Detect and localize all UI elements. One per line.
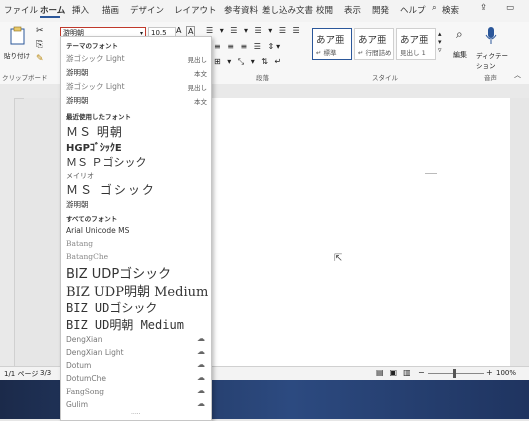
- theme-fonts-header: テーマのフォント: [66, 42, 118, 50]
- document-page[interactable]: ⇱: [200, 98, 510, 368]
- font-option[interactable]: メイリオ: [66, 171, 94, 181]
- mouse-cursor-icon: ⇱: [334, 253, 343, 264]
- font-option[interactable]: ＭＳ 明朝: [66, 123, 123, 140]
- style-no-spacing[interactable]: あア亜 ↵ 行間詰め: [354, 28, 394, 60]
- tab-help[interactable]: ヘルプ: [400, 4, 426, 16]
- font-option[interactable]: BIZ UDPゴシック: [66, 263, 171, 282]
- share-icon[interactable]: ⇪: [480, 3, 487, 13]
- microphone-icon[interactable]: [484, 26, 498, 46]
- page-count[interactable]: 1/1 ページ: [4, 369, 38, 379]
- tab-design[interactable]: デザイン: [130, 4, 164, 16]
- tab-review[interactable]: 校閲: [316, 4, 333, 16]
- styles-more-icon[interactable]: ▴ ▾ ▿: [438, 30, 442, 54]
- font-dropdown: テーマのフォント 游ゴシック Light 見出し 游明朝 本文 游ゴシック Li…: [60, 36, 212, 421]
- recent-fonts-header: 最近使用したフォント: [66, 113, 131, 121]
- cloud-download-icon: ☁: [197, 334, 205, 343]
- tab-insert[interactable]: 挿入: [72, 4, 89, 16]
- zoom-in-icon[interactable]: +: [486, 368, 493, 377]
- active-tab-indicator: [40, 16, 60, 18]
- margin-mark: [425, 173, 437, 174]
- tab-layout[interactable]: レイアウト: [174, 4, 217, 16]
- paste-label: 貼り付け: [4, 52, 30, 60]
- format-painter-icon[interactable]: ✎: [36, 54, 44, 64]
- resize-grip[interactable]: ·····: [131, 411, 141, 418]
- tab-file[interactable]: ファイル: [4, 4, 38, 16]
- font-option[interactable]: DengXian Light ☁: [61, 347, 211, 360]
- vertical-ruler: [0, 98, 15, 366]
- search-icon[interactable]: ⌕: [432, 3, 437, 13]
- font-option[interactable]: DotumChe ☁: [61, 373, 211, 386]
- copy-icon[interactable]: ⎘: [36, 40, 43, 50]
- font-option[interactable]: Dotum ☁: [61, 360, 211, 373]
- tab-search[interactable]: 検索: [442, 4, 459, 16]
- collapse-ribbon-icon[interactable]: ︿: [514, 70, 521, 80]
- styles-group-label: スタイル: [372, 74, 398, 82]
- font-option[interactable]: BIZ UD明朝 Medium: [66, 316, 184, 333]
- style-heading-1[interactable]: あア亜 見出し 1: [396, 28, 436, 60]
- font-option[interactable]: 游明朝 本文: [61, 65, 211, 79]
- voice-group-label: 音声: [484, 74, 497, 82]
- font-option[interactable]: BIZ UDゴシック: [66, 299, 157, 316]
- tab-developer[interactable]: 開発: [372, 4, 389, 16]
- zoom-slider-thumb[interactable]: [453, 369, 456, 378]
- tab-view[interactable]: 表示: [344, 4, 361, 16]
- zoom-slider[interactable]: [428, 373, 484, 374]
- font-option[interactable]: 游明朝 本文: [61, 93, 211, 107]
- tab-home[interactable]: ホーム: [40, 4, 65, 16]
- font-option[interactable]: Batang: [66, 239, 93, 248]
- zoom-level[interactable]: 100%: [496, 369, 516, 377]
- tab-mailings[interactable]: 差し込み文書: [262, 4, 313, 16]
- bullets-icon[interactable]: ☰ ▾ ☰ ▾ ☰ ▾ ☰ ☰: [206, 26, 302, 35]
- clipboard-icon: [10, 26, 25, 45]
- all-fonts-header: すべてのフォント: [66, 215, 118, 223]
- font-option[interactable]: BatangChe: [66, 252, 108, 261]
- font-option[interactable]: 游ゴシック Light 見出し: [61, 51, 211, 65]
- comments-icon[interactable]: ▭: [506, 3, 514, 13]
- ribbon-tabs: ファイル ホーム 挿入 描画 デザイン レイアウト 参考資料 差し込み文書 校閲…: [0, 0, 529, 22]
- cloud-download-icon: ☁: [197, 373, 205, 382]
- style-normal[interactable]: あア亜 ↵ 標準: [312, 28, 352, 60]
- clipboard-group-label: クリップボード: [2, 74, 48, 82]
- word-count[interactable]: 3/3: [40, 369, 51, 377]
- sort-icon[interactable]: ⊞ ▾ ⤡ ▾ ⇅ ↵: [214, 57, 283, 67]
- editing-label[interactable]: 編集: [453, 50, 467, 60]
- paragraph-group-label: 段落: [256, 74, 269, 82]
- font-option[interactable]: DengXian ☁: [61, 334, 211, 347]
- font-option[interactable]: Arial Unicode MS: [66, 226, 129, 235]
- font-option[interactable]: HGPｺﾞｼｯｸE: [66, 139, 122, 154]
- font-option[interactable]: FangSong ☁: [61, 386, 211, 399]
- cloud-download-icon: ☁: [197, 360, 205, 369]
- paste-button[interactable]: [8, 26, 30, 46]
- tab-references[interactable]: 参考資料: [224, 4, 258, 16]
- dictate-label[interactable]: ディクテーション: [476, 50, 510, 70]
- font-option[interactable]: ＭＳ ゴシック: [66, 181, 156, 198]
- view-mode-icons[interactable]: ▤▣▥: [376, 368, 417, 377]
- font-option[interactable]: 游ゴシック Light 見出し: [61, 79, 211, 93]
- cloud-download-icon: ☁: [197, 386, 205, 395]
- tab-draw[interactable]: 描画: [102, 4, 119, 16]
- grow-font-icon[interactable]: A: [176, 26, 181, 35]
- font-option[interactable]: BIZ UDP明朝 Medium: [66, 281, 208, 300]
- cloud-download-icon: ☁: [197, 399, 205, 408]
- zoom-out-icon[interactable]: −: [418, 368, 425, 377]
- align-icons[interactable]: ≡ ≡ ≡ ☰ ⇕▾: [214, 42, 282, 51]
- cloud-download-icon: ☁: [197, 347, 205, 356]
- font-option[interactable]: ＭＳ Ｐゴシック: [66, 154, 147, 170]
- font-option[interactable]: 游明朝: [66, 199, 89, 210]
- find-icon[interactable]: ⌕: [456, 27, 463, 42]
- cut-icon[interactable]: ✂: [36, 26, 44, 36]
